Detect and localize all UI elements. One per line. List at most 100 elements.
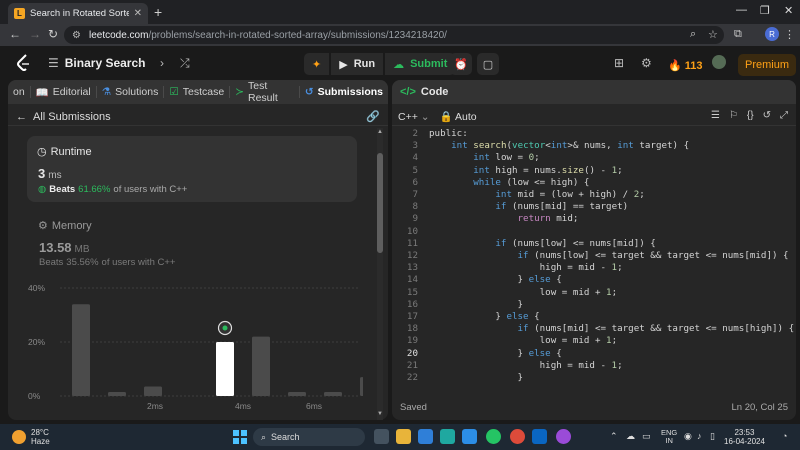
browser-menu-icon[interactable]: ⋮ — [784, 28, 795, 41]
file-explorer-icon[interactable] — [396, 429, 411, 444]
code-line[interactable]: 12 if (nums[low] <= target && target <= … — [392, 250, 796, 262]
tray-chevron-icon[interactable]: ⌃ — [610, 431, 618, 442]
code-line[interactable]: 22 } — [392, 372, 796, 384]
code-line[interactable]: 19 low = mid + 1; — [392, 335, 796, 347]
whatsapp-icon[interactable] — [486, 429, 501, 444]
tab-test-result[interactable]: ≻ Test Result — [230, 80, 300, 104]
premium-button[interactable]: Premium — [738, 54, 796, 76]
code-line[interactable]: 7 int mid = (low + high) / 2; — [392, 189, 796, 201]
close-window-icon[interactable]: ✕ — [784, 4, 793, 17]
task-view-icon[interactable] — [374, 429, 389, 444]
cloud-icon[interactable]: ☁ — [626, 431, 635, 442]
leetcode-logo-icon[interactable] — [15, 54, 31, 72]
edge-icon[interactable] — [440, 429, 455, 444]
code-line[interactable]: 2 public: — [392, 128, 796, 140]
runtime-distribution-chart[interactable]: 40% 20% 0% 2ms 4ms 6ms — [28, 280, 363, 415]
left-scrollbar[interactable] — [377, 128, 383, 420]
debug-button[interactable]: ✦ — [304, 53, 330, 75]
bar[interactable] — [360, 377, 363, 396]
submit-button[interactable]: ☁ Submit — [385, 53, 456, 75]
extensions-icon[interactable]: ⧉ — [734, 28, 742, 41]
store-icon[interactable] — [418, 429, 433, 444]
shuffle-icon[interactable]: ⤮ — [180, 56, 190, 71]
next-problem-icon[interactable]: › — [160, 56, 164, 70]
chrome-profile-icon[interactable] — [556, 429, 571, 444]
scroll-down-icon[interactable]: ▼ — [377, 411, 383, 417]
auto-mode-toggle[interactable]: 🔒 Auto — [440, 110, 477, 123]
bar[interactable] — [72, 304, 90, 396]
power-icon[interactable]: ▯ — [710, 431, 715, 442]
code-line[interactable]: 17 } else { — [392, 311, 796, 323]
reset-icon[interactable]: ↺ — [763, 110, 771, 121]
close-tab-icon[interactable]: ✕ — [134, 8, 142, 19]
problem-list-nav[interactable]: ☰ Binary Search — [48, 56, 145, 70]
share-link-icon[interactable]: 🔗 — [366, 110, 380, 123]
code-line[interactable]: 20 } else { — [392, 348, 796, 360]
code-line[interactable]: 14 } else { — [392, 274, 796, 286]
taskbar-search[interactable]: ⌕ Search — [253, 428, 365, 446]
windows-start-icon[interactable] — [233, 430, 247, 444]
scroll-up-icon[interactable]: ▲ — [377, 129, 383, 135]
restore-icon[interactable]: ❐ — [760, 4, 770, 17]
reload-icon[interactable]: ↻ — [48, 27, 58, 41]
bar[interactable] — [252, 336, 270, 396]
braces-icon[interactable]: {} — [747, 110, 754, 121]
bar[interactable] — [144, 386, 162, 396]
format-icon[interactable]: ☰ — [711, 110, 720, 121]
code-line[interactable]: 8 if (nums[mid] == target) — [392, 201, 796, 213]
code-line[interactable]: 11 if (nums[low] <= nums[mid]) { — [392, 238, 796, 250]
scrollbar-thumb[interactable] — [377, 153, 383, 253]
bar[interactable] — [324, 391, 342, 396]
bar[interactable] — [288, 391, 306, 396]
run-button[interactable]: ▶ Run — [331, 53, 384, 75]
linkedin-icon[interactable] — [532, 429, 547, 444]
code-line[interactable]: 5 int high = nums.size() - 1; — [392, 165, 796, 177]
language-select[interactable]: C++ ⌄ — [398, 111, 430, 123]
code-line[interactable]: 13 high = mid - 1; — [392, 262, 796, 274]
vscode-icon[interactable] — [462, 429, 477, 444]
timer-button[interactable]: ⏰ — [450, 53, 472, 75]
tab-solutions[interactable]: ⚗ Solutions — [97, 86, 165, 98]
runtime-card[interactable]: ◷ Runtime 3 ms ◍ Beats 61.66% of users wi… — [27, 136, 357, 202]
settings-gear-icon[interactable]: ⚙ — [641, 56, 652, 70]
code-editor[interactable]: 2 public: 3 int search(vector<int>& nums, … — [392, 128, 796, 390]
bookmark-icon[interactable]: ⚐ — [729, 110, 738, 121]
bookmark-star-icon[interactable]: ☆ — [708, 28, 718, 41]
bar[interactable] — [108, 391, 126, 396]
wifi-icon[interactable]: ◉ — [684, 431, 692, 442]
minimize-icon[interactable]: — — [736, 4, 747, 16]
taskbar-clock[interactable]: 23:53 16-04-2024 — [724, 428, 765, 446]
prev-problem-icon[interactable]: ‹ — [138, 56, 142, 70]
streak-counter[interactable]: 🔥 113 — [668, 59, 703, 72]
tab-description[interactable]: on — [8, 86, 31, 98]
tab-testcase[interactable]: ☑ Testcase — [164, 86, 231, 98]
forward-icon[interactable]: → — [29, 27, 41, 41]
code-line[interactable]: 15 low = mid + 1; — [392, 287, 796, 299]
fullscreen-icon[interactable]: ⤢ — [780, 110, 788, 121]
code-line[interactable]: 6 while (low <= high) { — [392, 177, 796, 189]
new-tab-icon[interactable]: + — [154, 4, 162, 20]
bar-highlighted[interactable] — [216, 342, 234, 396]
notes-button[interactable]: ▢ — [477, 53, 499, 75]
code-line[interactable]: 4 int low = 0; — [392, 152, 796, 164]
code-line[interactable]: 18 if (nums[mid] <= target && target <= … — [392, 323, 796, 335]
back-icon[interactable]: ← — [9, 27, 21, 41]
profile-avatar[interactable]: R — [765, 27, 779, 41]
zoom-icon[interactable]: ⌕ — [690, 28, 696, 41]
battery-icon[interactable]: ▭ — [642, 431, 651, 442]
volume-icon[interactable]: ♪ — [697, 431, 702, 441]
memory-title[interactable]: ⚙ Memory — [38, 219, 92, 233]
browser-tab[interactable]: L Search in Rotated Sorted Array - L ✕ — [8, 3, 148, 24]
address-bar[interactable]: ⚙ leetcode.com/problems/search-in-rotate… — [64, 26, 724, 44]
code-line[interactable]: 9 return mid; — [392, 213, 796, 225]
code-line[interactable]: 16 } — [392, 299, 796, 311]
tab-editorial[interactable]: 📖 Editorial — [31, 86, 97, 99]
code-line[interactable]: 21 high = mid - 1; — [392, 360, 796, 372]
code-line[interactable]: 10 — [392, 226, 796, 238]
tab-submissions[interactable]: ↺ Submissions — [300, 86, 388, 98]
layout-grid-icon[interactable]: ⊞ — [614, 56, 624, 70]
notification-icon[interactable]: ◔ — [782, 431, 787, 441]
weather-widget[interactable]: 28°C Haze — [12, 428, 50, 446]
user-avatar[interactable] — [712, 55, 726, 69]
chrome-icon[interactable] — [510, 429, 525, 444]
